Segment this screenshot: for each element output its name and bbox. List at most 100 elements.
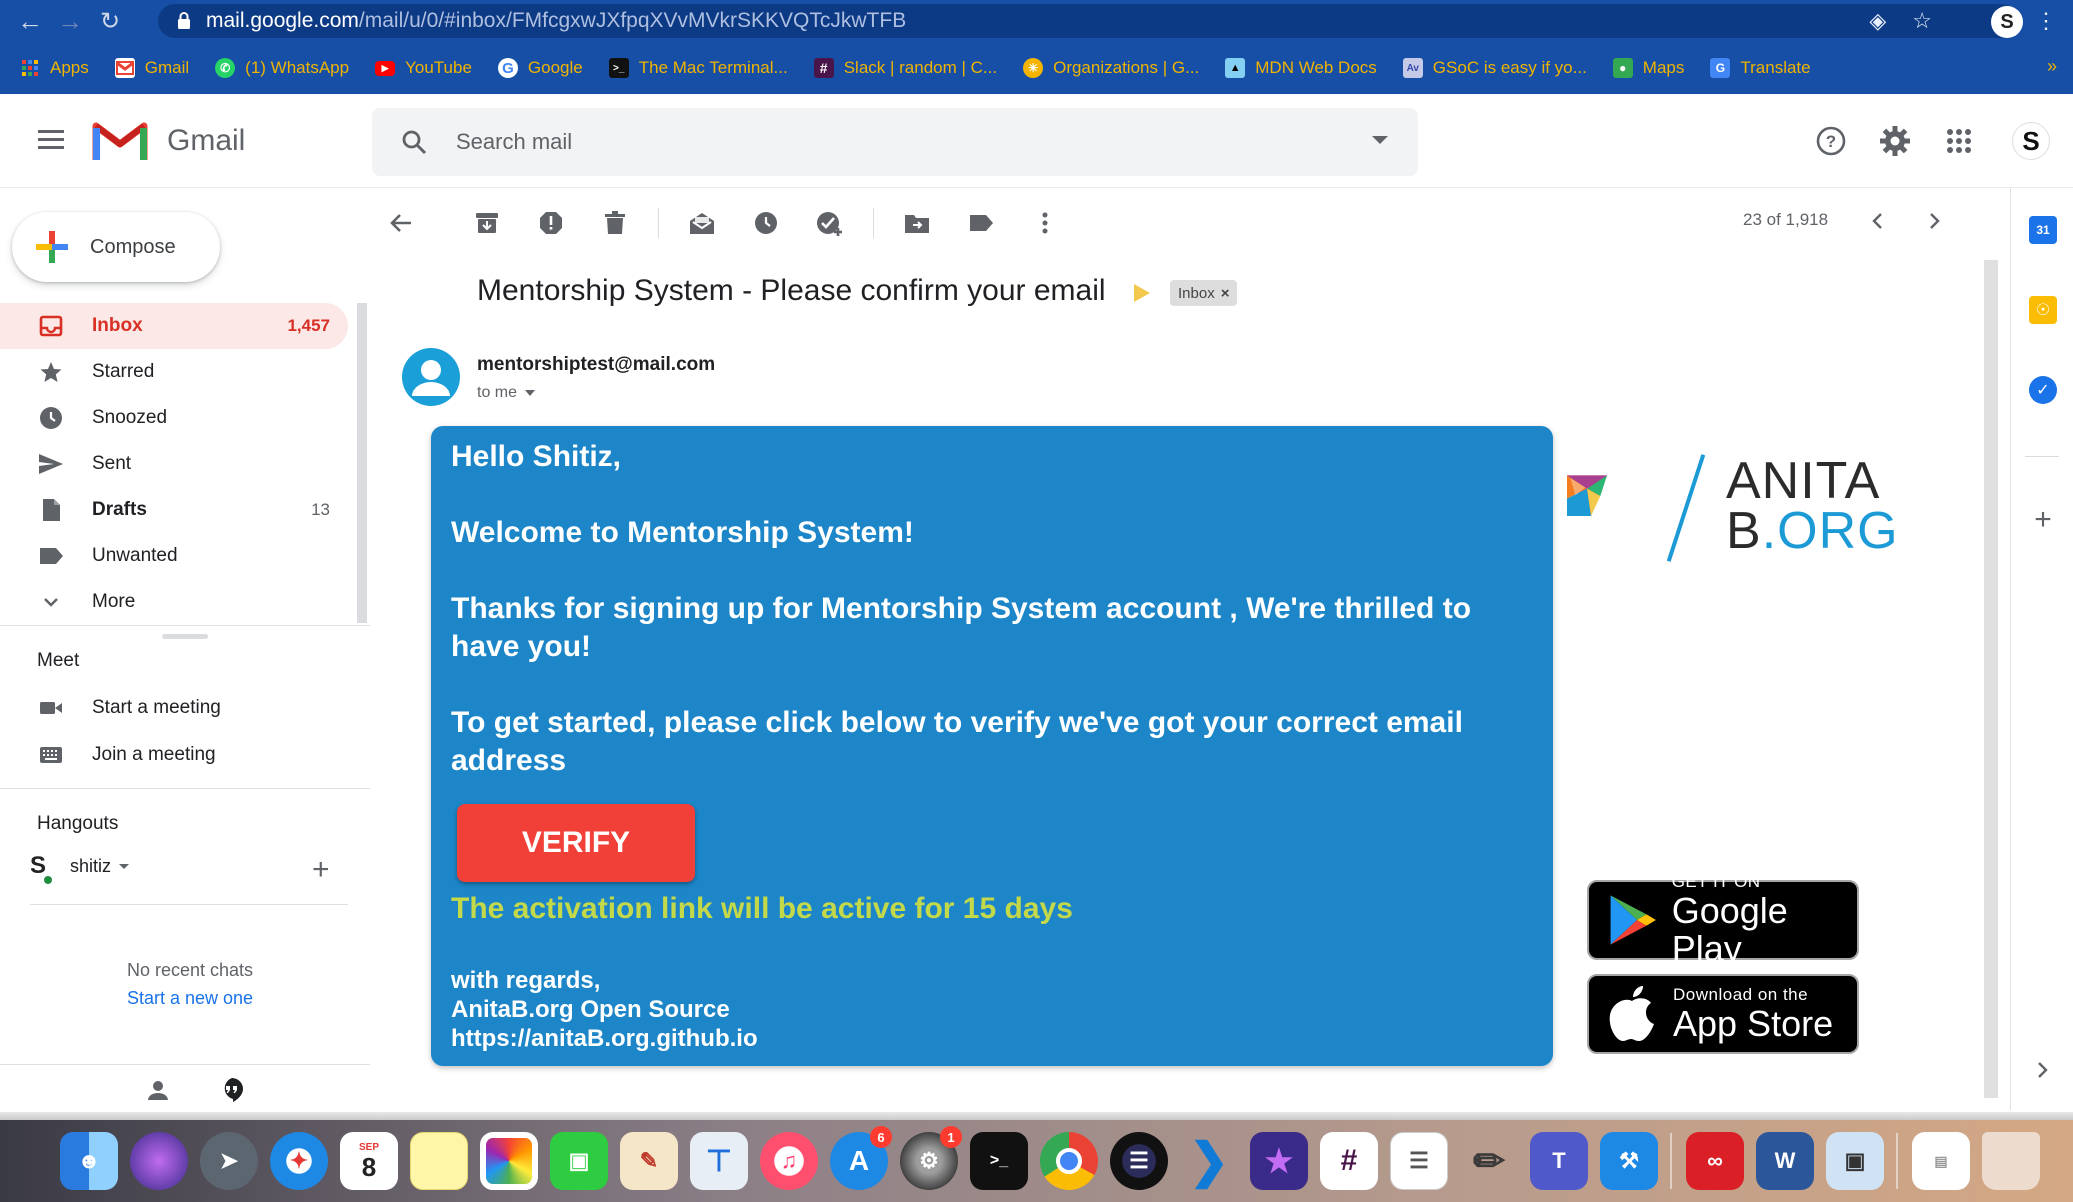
keynote-podium-icon[interactable]: ⊤: [690, 1132, 748, 1190]
add-to-tasks-icon[interactable]: [809, 202, 851, 244]
address-bar[interactable]: mail.google.com/mail/u/0/#inbox/FMfcgxwJ…: [158, 4, 2018, 38]
move-to-folder-icon[interactable]: [896, 202, 938, 244]
bookmark-maps[interactable]: ● Maps: [1612, 58, 1684, 78]
snooze-clock-icon[interactable]: [745, 202, 787, 244]
more-options-icon[interactable]: [1024, 202, 1066, 244]
bookmark-mdn[interactable]: ▲ MDN Web Docs: [1225, 58, 1377, 78]
pencil-icon[interactable]: ✏: [1460, 1132, 1518, 1190]
extension-icon[interactable]: ◈: [1869, 8, 1886, 34]
pages-pen-icon[interactable]: ✎: [620, 1132, 678, 1190]
keep-lightbulb-icon[interactable]: ☉: [2029, 296, 2057, 324]
sidebar-item-starred[interactable]: Starred: [0, 349, 348, 395]
creative-cloud-icon[interactable]: ∞: [1686, 1132, 1744, 1190]
sender-email[interactable]: mentorshiptest@mail.com: [477, 354, 715, 376]
start-new-chat-link[interactable]: Start a new one: [0, 988, 380, 1009]
resize-handle[interactable]: [162, 634, 208, 639]
delete-trash-icon[interactable]: [594, 202, 636, 244]
forward-arrow-icon[interactable]: →: [50, 0, 90, 42]
newer-chevron-left-icon[interactable]: [1864, 208, 1890, 234]
browser-profile-avatar[interactable]: S: [1991, 6, 2023, 38]
search-icon[interactable]: [372, 129, 456, 155]
sidebar-item-inbox[interactable]: Inbox 1,457: [0, 303, 348, 349]
system-preferences-gear-icon[interactable]: ⚙ 1: [900, 1126, 962, 1190]
preview-image-icon[interactable]: ▣: [1826, 1132, 1884, 1190]
slack-app-icon[interactable]: #: [1320, 1132, 1378, 1190]
bookmark-youtube[interactable]: ▶ YouTube: [375, 58, 472, 78]
help-icon[interactable]: ?: [1814, 124, 1848, 158]
sidebar-item-more[interactable]: More: [0, 579, 348, 625]
reminders-list-icon[interactable]: ☰: [1390, 1132, 1448, 1190]
eclipse-icon[interactable]: ☰: [1110, 1132, 1168, 1190]
word-icon[interactable]: W: [1756, 1132, 1814, 1190]
sidebar-scrollbar[interactable]: [357, 303, 367, 623]
bookmark-slack[interactable]: # Slack | random | C...: [813, 58, 997, 78]
bookmark-whatsapp[interactable]: ✆ (1) WhatsApp: [215, 58, 349, 78]
bookmark-gsoc[interactable]: Av GSoC is easy if yo...: [1402, 58, 1587, 78]
search-box[interactable]: [372, 108, 1418, 176]
expand-panel-chevron-right-icon[interactable]: [2029, 1056, 2057, 1084]
main-scrollbar[interactable]: [1984, 260, 1998, 1098]
back-to-inbox-arrow-icon[interactable]: [380, 202, 422, 244]
xcode-hammer-icon[interactable]: ⚒: [1600, 1132, 1658, 1190]
importance-marker-icon[interactable]: [1134, 284, 1150, 302]
search-input[interactable]: [456, 129, 1336, 155]
bookmark-translate[interactable]: G Translate: [1710, 58, 1811, 78]
bookmark-mac-terminal[interactable]: >_ The Mac Terminal...: [608, 58, 788, 78]
app-store-icon[interactable]: A6: [830, 1126, 892, 1190]
account-avatar[interactable]: S: [2012, 122, 2050, 160]
document-stack-icon[interactable]: ▤: [1912, 1132, 1970, 1190]
add-chat-plus-icon[interactable]: +: [312, 855, 330, 885]
photos-icon[interactable]: [480, 1132, 538, 1190]
terminal-icon[interactable]: >_: [970, 1132, 1028, 1190]
bookmark-star-icon[interactable]: ☆: [1912, 8, 1932, 34]
get-addons-plus-icon[interactable]: +: [2029, 503, 2057, 536]
recipient-details[interactable]: to me: [477, 384, 536, 402]
facetime-camera-icon[interactable]: ▣: [550, 1132, 608, 1190]
verify-button[interactable]: VERIFY: [457, 804, 695, 882]
music-note-icon[interactable]: ♫: [760, 1132, 818, 1190]
search-options-dropdown-icon[interactable]: [1372, 136, 1388, 144]
archive-icon[interactable]: [466, 202, 508, 244]
teams-icon[interactable]: T: [1530, 1132, 1588, 1190]
start-meeting-link[interactable]: Start a meeting: [38, 697, 221, 719]
bookmark-organizations[interactable]: ☀ Organizations | G...: [1023, 58, 1199, 78]
launchpad-rocket-icon[interactable]: ➤: [200, 1132, 258, 1190]
main-menu-icon[interactable]: [38, 130, 64, 150]
settings-gear-icon[interactable]: [1878, 124, 1912, 158]
sidebar-item-drafts[interactable]: Drafts 13: [0, 487, 348, 533]
inbox-label-chip[interactable]: Inbox ×: [1170, 280, 1238, 306]
mark-unread-icon[interactable]: [681, 202, 723, 244]
hangouts-user-status[interactable]: S shitiz: [30, 852, 130, 886]
trash-icon[interactable]: [1982, 1132, 2040, 1190]
hangouts-chat-icon[interactable]: [214, 1072, 250, 1108]
vscode-icon[interactable]: ❯: [1180, 1132, 1238, 1190]
back-arrow-icon[interactable]: ←: [10, 0, 50, 42]
bookmark-apps[interactable]: Apps: [20, 58, 89, 78]
browser-menu-icon[interactable]: ⋮: [2035, 8, 2057, 34]
reload-icon[interactable]: ↻: [90, 0, 130, 42]
app-store-badge[interactable]: Download on the App Store: [1587, 974, 1859, 1054]
gmail-logo-icon[interactable]: [92, 120, 148, 160]
imovie-star-icon[interactable]: ★: [1250, 1132, 1308, 1190]
google-apps-grid-icon[interactable]: [1942, 124, 1976, 158]
calendar-icon[interactable]: 31: [2029, 216, 2057, 244]
siri-icon[interactable]: [130, 1132, 188, 1190]
finder-icon[interactable]: ☻: [60, 1132, 118, 1190]
labels-tag-icon[interactable]: [960, 202, 1002, 244]
safari-compass-icon[interactable]: ✦: [270, 1132, 328, 1190]
tasks-check-icon[interactable]: ✓: [2029, 376, 2057, 404]
more-bookmarks-icon[interactable]: »: [2047, 56, 2057, 77]
compose-button[interactable]: Compose: [12, 212, 220, 282]
join-meeting-link[interactable]: Join a meeting: [38, 744, 216, 766]
notes-icon[interactable]: [410, 1132, 468, 1190]
calendar-app-icon[interactable]: SEP 8: [340, 1132, 398, 1190]
bookmark-gmail[interactable]: Gmail: [114, 58, 189, 78]
bookmark-google[interactable]: G Google: [497, 58, 583, 78]
sidebar-item-sent[interactable]: Sent: [0, 441, 348, 487]
older-chevron-right-icon[interactable]: [1922, 208, 1948, 234]
contacts-person-icon[interactable]: [140, 1072, 176, 1108]
sidebar-item-unwanted[interactable]: Unwanted: [0, 533, 348, 579]
sidebar-item-snoozed[interactable]: Snoozed: [0, 395, 348, 441]
signature-link[interactable]: https://anitaB.org.github.io: [451, 1024, 758, 1053]
report-spam-icon[interactable]: [530, 202, 572, 244]
